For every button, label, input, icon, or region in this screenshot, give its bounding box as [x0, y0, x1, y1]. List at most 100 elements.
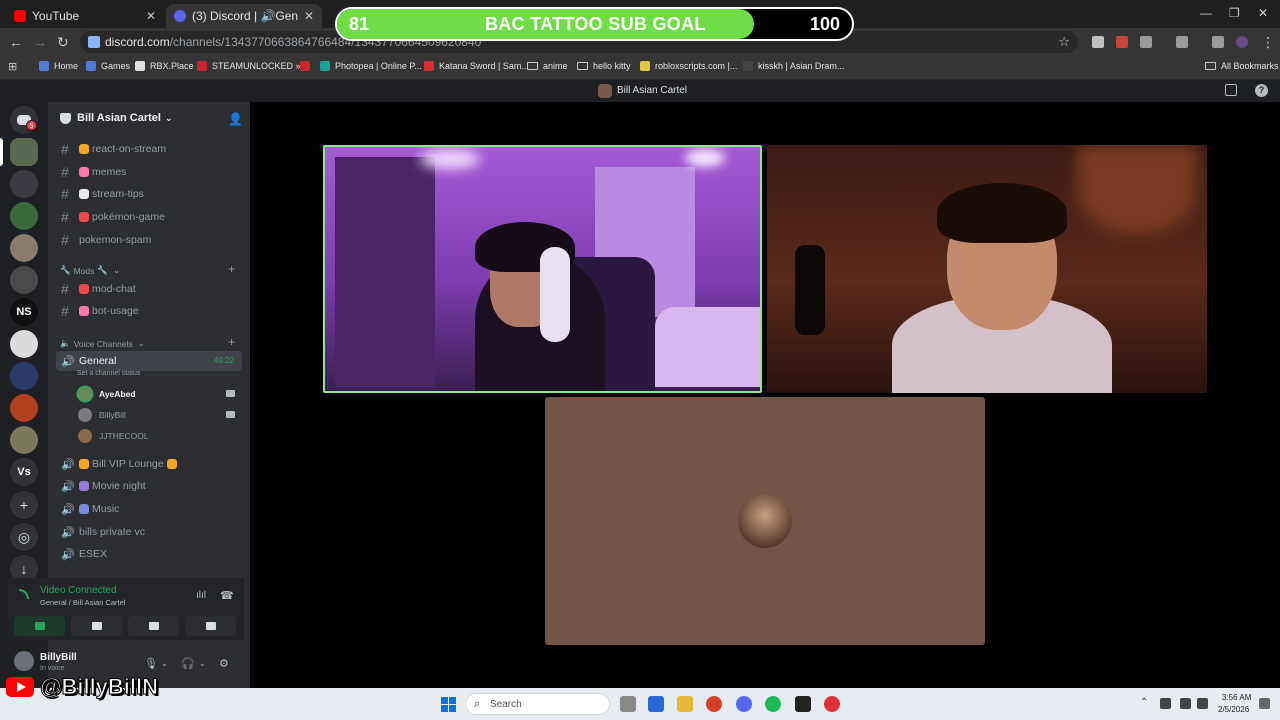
menu-dots-icon[interactable]: ⋮ — [1261, 34, 1275, 51]
app-icon[interactable] — [795, 696, 811, 712]
all-bookmarks-folder[interactable]: All Bookmarks — [1205, 61, 1279, 71]
soundboard-button[interactable] — [185, 616, 236, 636]
channel-stream-tips[interactable]: # stream-tips — [56, 184, 242, 204]
voice-channel-path[interactable]: General / Bill Asian Cartel — [40, 598, 125, 607]
video-tile-ayeabed[interactable] — [323, 145, 762, 393]
task-view-icon[interactable] — [620, 696, 636, 712]
voice-status[interactable]: Video Connected — [40, 585, 117, 596]
clock-time[interactable]: 3:56 AM — [1222, 693, 1251, 702]
help-icon[interactable]: ? — [1255, 84, 1268, 97]
voice-user-ayeabed[interactable]: AyeAbed — [78, 385, 238, 403]
discord-icon[interactable] — [736, 696, 752, 712]
bookmark-games[interactable]: Games — [86, 61, 130, 71]
close-window-icon[interactable]: ✕ — [1258, 6, 1268, 20]
channel-react-on-stream[interactable]: # react-on-stream — [56, 139, 242, 159]
app-icon[interactable] — [648, 696, 664, 712]
voice-channel-esex[interactable]: 🔊 ESEX — [56, 544, 242, 564]
channel-memes[interactable]: # memes — [56, 162, 242, 182]
voice-user-billybill[interactable]: BillyBill — [78, 406, 238, 424]
server-icon[interactable] — [10, 170, 38, 198]
chrome-icon[interactable] — [706, 696, 722, 712]
microphone-icon[interactable]: 🎙 — [144, 657, 158, 670]
headphones-icon[interactable]: 🎧 — [181, 657, 195, 670]
server-icon[interactable] — [10, 426, 38, 454]
video-tile-billybill[interactable] — [767, 145, 1207, 393]
file-explorer-icon[interactable] — [677, 696, 693, 712]
tab-discord[interactable]: (3) Discord | 🔊General | Bi ✕ — [166, 4, 322, 28]
server-icon[interactable] — [10, 362, 38, 390]
noise-suppression-icon[interactable]: ılıl — [196, 590, 206, 601]
apps-grid-icon[interactable]: ⊞ — [8, 60, 17, 73]
server-bill-asian-cartel[interactable] — [10, 138, 38, 166]
category-voice-channels[interactable]: 🔈 Voice Channels ⌄ — [60, 338, 145, 349]
back-icon[interactable]: ← — [9, 34, 23, 50]
bookmark-steamunlocked[interactable]: STEAMUNLOCKED »... — [197, 61, 308, 71]
tab-search-icon[interactable] — [1212, 36, 1224, 48]
close-tab-icon[interactable]: ✕ — [304, 9, 314, 23]
voice-channel-movie-night[interactable]: 🔊 Movie night — [56, 476, 242, 496]
channel-status-input[interactable]: Set a channel status — [77, 370, 140, 377]
screen-share-button[interactable] — [71, 616, 122, 636]
extension-icon[interactable] — [1116, 36, 1128, 48]
server-icon[interactable] — [10, 330, 38, 358]
voice-channel-bill-vip-lounge[interactable]: 🔊 Bill VIP Lounge — [56, 454, 242, 474]
channel-mod-chat[interactable]: # mod-chat — [56, 279, 242, 299]
activities-button[interactable] — [128, 616, 179, 636]
bookmark-folder-hello-kitty[interactable]: hello kitty — [577, 61, 631, 71]
notifications-icon[interactable] — [1259, 698, 1270, 709]
bookmark-photopea[interactable]: Photopea | Online P... — [320, 61, 422, 71]
spotify-icon[interactable] — [765, 696, 781, 712]
clock-date[interactable]: 2/5/2026 — [1218, 705, 1249, 714]
voice-channel-music[interactable]: 🔊 Music — [56, 499, 242, 519]
disconnect-icon[interactable]: ☎ — [220, 589, 234, 602]
bookmark-katana[interactable]: Katana Sword | Sam... — [424, 61, 529, 71]
extension-icon[interactable] — [1092, 36, 1104, 48]
bookmark-star-icon[interactable]: ☆ — [1058, 34, 1070, 50]
video-tile-jjthecool[interactable] — [545, 397, 985, 645]
server-header[interactable]: Bill Asian Cartel ⌄ — [60, 112, 173, 124]
reload-icon[interactable]: ↻ — [57, 34, 69, 51]
add-server-icon[interactable]: + — [10, 491, 38, 519]
maximize-icon[interactable]: ❐ — [1229, 6, 1240, 20]
chevron-up-icon[interactable]: ⌃ — [1140, 697, 1148, 708]
inbox-icon[interactable] — [1225, 84, 1237, 96]
bookmark-extra[interactable] — [300, 61, 315, 71]
profile-avatar-icon[interactable] — [1236, 36, 1248, 48]
bookmark-rbx-place[interactable]: RBX.Place — [135, 61, 194, 71]
channel-pokemon-spam[interactable]: # pokemon-spam — [56, 230, 242, 250]
channel-bot-usage[interactable]: # bot-usage — [56, 301, 242, 321]
chevron-down-icon[interactable]: ⌄ — [161, 659, 168, 668]
taskbar-search[interactable]: ⌕ Search — [465, 693, 610, 715]
bookmark-folder-anime[interactable]: anime — [527, 61, 568, 71]
side-panel-icon[interactable] — [1176, 36, 1188, 48]
close-tab-icon[interactable]: ✕ — [146, 9, 156, 23]
server-icon[interactable] — [10, 202, 38, 230]
opera-icon[interactable] — [824, 696, 840, 712]
bookmark-home[interactable]: Home — [39, 61, 78, 71]
connection-signal-icon[interactable] — [19, 589, 29, 599]
volume-icon[interactable] — [1197, 698, 1208, 709]
voice-channel-bills-private-vc[interactable]: 🔊 bills private vc — [56, 522, 242, 542]
server-icon[interactable] — [10, 234, 38, 262]
server-vs[interactable]: Vs — [10, 458, 38, 486]
avatar[interactable] — [14, 651, 34, 671]
site-info-icon[interactable] — [88, 36, 100, 48]
wifi-icon[interactable] — [1180, 698, 1191, 709]
microphone-icon[interactable] — [1160, 698, 1171, 709]
server-ns[interactable]: NS — [10, 298, 38, 326]
create-channel-icon[interactable]: + — [228, 262, 235, 276]
create-channel-icon[interactable]: + — [228, 335, 235, 349]
windows-start-icon[interactable] — [441, 697, 456, 712]
extensions-puzzle-icon[interactable] — [1140, 36, 1152, 48]
category-mods[interactable]: 🔧 Mods 🔧 ⌄ — [60, 265, 120, 276]
bookmark-kisskh[interactable]: kisskh | Asian Dram... — [743, 61, 844, 71]
channel-pokemon-game[interactable]: # pokémon-game — [56, 207, 242, 227]
forward-icon[interactable]: → — [33, 34, 47, 50]
server-icon[interactable] — [10, 266, 38, 294]
gear-icon[interactable]: ⚙ — [219, 657, 229, 670]
minimize-icon[interactable]: — — [1200, 6, 1212, 20]
invite-people-icon[interactable]: 👤 — [228, 112, 243, 126]
bookmark-robloxscripts[interactable]: robloxscripts.com |... — [640, 61, 737, 71]
server-icon[interactable] — [10, 394, 38, 422]
user-name[interactable]: BillyBill — [40, 652, 77, 663]
